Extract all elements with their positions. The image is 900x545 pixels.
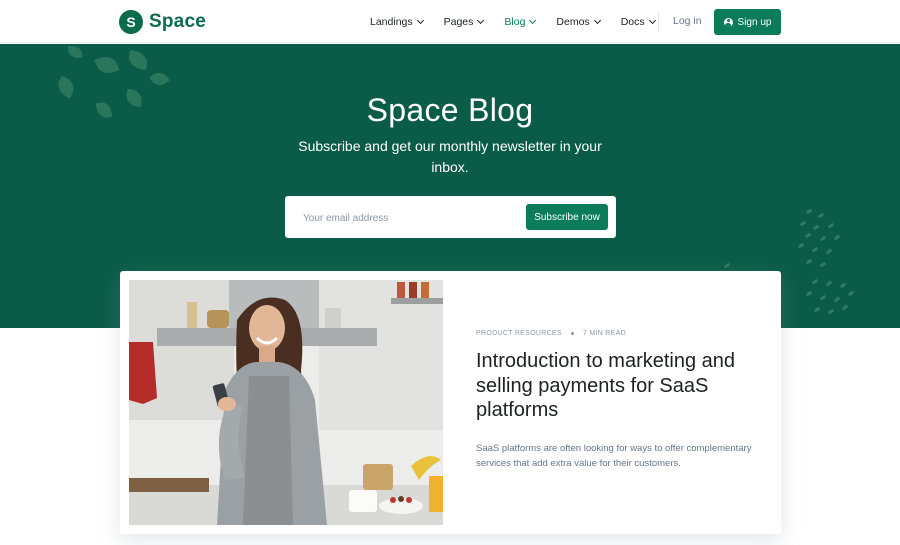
nav-item-label: Landings (370, 15, 413, 28)
dot-shape (805, 208, 813, 215)
brand-logo[interactable]: S Space (119, 10, 206, 34)
nav-item-label: Blog (504, 15, 526, 28)
signup-label: Sign up (737, 16, 772, 28)
dot-shape (827, 222, 835, 229)
nav-item-label: Demos (556, 15, 590, 28)
kitchen-photo-illustration (129, 280, 443, 525)
dot-shape (811, 278, 819, 285)
leaf-shape (149, 68, 170, 90)
signup-button[interactable]: Sign up (714, 9, 781, 35)
leaf-shape (94, 53, 120, 77)
dot-shape (819, 294, 827, 301)
dot-shape (723, 262, 731, 269)
nav-divider (658, 12, 659, 32)
chevron-down-icon (477, 16, 485, 24)
post-title[interactable]: Introduction to marketing and selling pa… (476, 349, 766, 423)
post-read-time: 7 MIN READ (582, 330, 626, 337)
user-circle-icon (723, 17, 733, 27)
email-input[interactable] (301, 196, 515, 240)
dot-shape (819, 261, 827, 268)
dot-shape (805, 258, 813, 265)
nav-item-pages[interactable]: Pages (443, 15, 485, 28)
nav-item-demos[interactable]: Demos (556, 15, 601, 28)
brand-name: Space (149, 11, 206, 32)
post-image[interactable] (129, 280, 443, 525)
post-category: PRODUCT RESOURCES (476, 330, 562, 337)
dot-shape (797, 242, 805, 249)
nav-item-label: Pages (443, 15, 474, 28)
post-description: SaaS platforms are often looking for way… (476, 443, 752, 469)
leaf-shape (68, 46, 82, 58)
dot-shape (812, 224, 820, 231)
dot-shape (805, 290, 813, 297)
hero-subtitle: Subscribe and get our monthly newsletter… (298, 138, 602, 175)
newsletter-form: Subscribe now (285, 196, 616, 240)
chevron-down-icon (529, 16, 537, 24)
dot-shape (847, 290, 855, 297)
dot-shape (841, 304, 849, 311)
nav-item-blog[interactable]: Blog (504, 15, 537, 28)
dot-shape (825, 248, 833, 255)
dot-shape (833, 296, 841, 303)
chevron-down-icon (648, 16, 656, 24)
dot-shape (819, 235, 827, 242)
subscribe-button[interactable]: Subscribe now (526, 204, 608, 230)
featured-post-card[interactable]: PRODUCT RESOURCES 7 MIN READ Introductio… (120, 271, 781, 534)
chevron-down-icon (416, 16, 424, 24)
dot-shape (827, 308, 835, 315)
post-meta: PRODUCT RESOURCES 7 MIN READ (476, 330, 626, 337)
dot-shape (817, 212, 825, 219)
main-nav: Landings Pages Blog Demos Docs (370, 0, 676, 43)
dot-shape (799, 220, 807, 227)
dot-shape (813, 306, 821, 313)
dot-shape (825, 280, 833, 287)
logo-icon: S (119, 10, 143, 34)
nav-item-landings[interactable]: Landings (370, 15, 424, 28)
dot-shape (839, 282, 847, 289)
login-link[interactable]: Log in (673, 15, 702, 27)
dot-shape (804, 232, 812, 239)
page-title: Space Blog (366, 92, 534, 128)
chevron-down-icon (593, 16, 601, 24)
nav-item-label: Docs (620, 15, 645, 28)
site-header: S Space Landings Pages Blog Demos Docs L… (0, 0, 900, 43)
dot-shape (833, 234, 841, 241)
nav-item-docs[interactable]: Docs (620, 15, 656, 28)
separator-dot-icon (570, 332, 574, 335)
dot-shape (811, 246, 819, 253)
leaf-shape (126, 49, 150, 71)
